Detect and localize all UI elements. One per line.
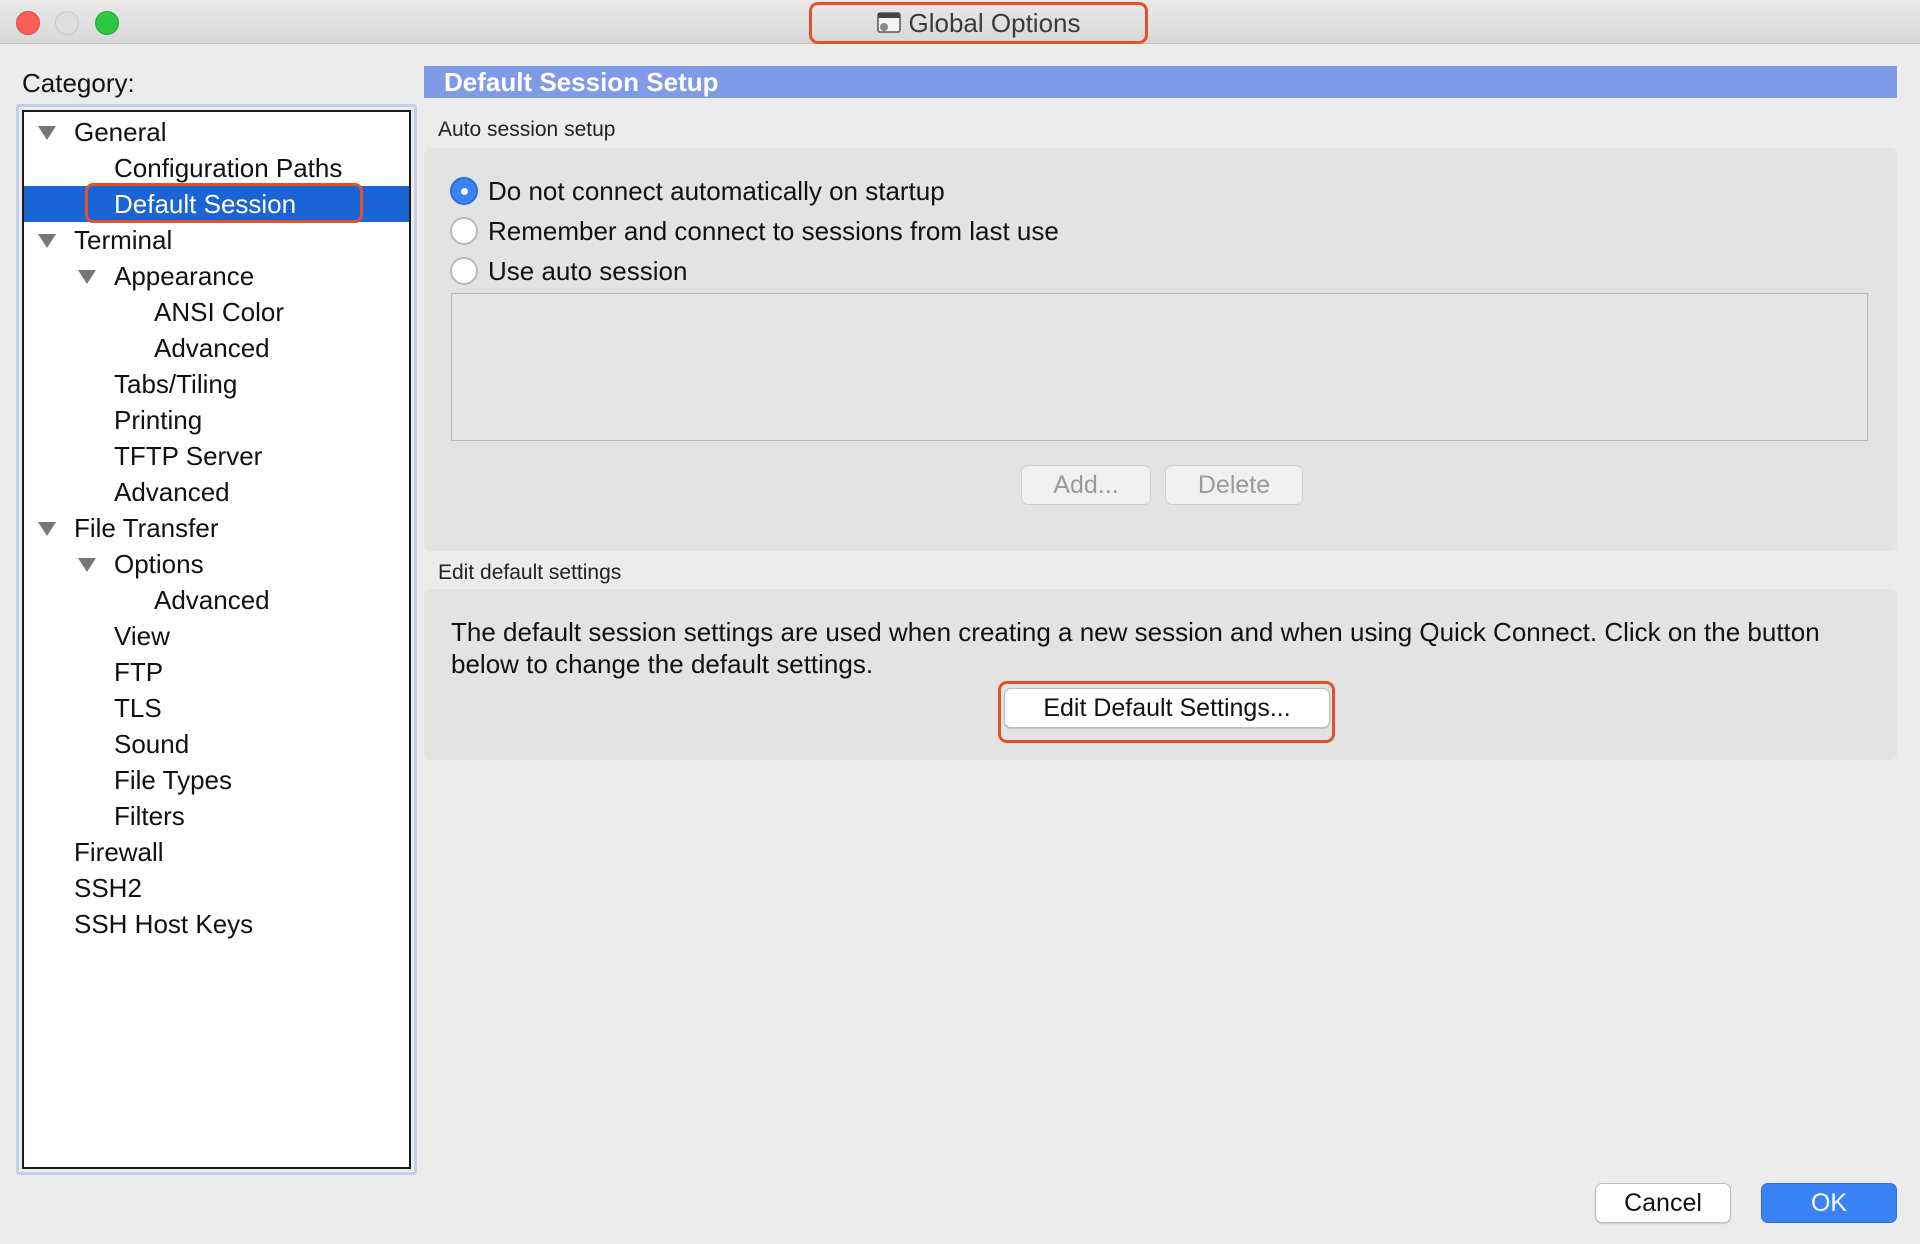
radio-unselected-icon[interactable]: [450, 217, 478, 245]
tree-item-default-session[interactable]: Default Session: [24, 186, 409, 222]
tree-item-label: TFTP Server: [114, 441, 263, 471]
app-window-icon: [876, 12, 901, 34]
tree-item-file-transfer[interactable]: File Transfer: [24, 510, 409, 546]
radio-no-auto-connect[interactable]: Do not connect automatically on startup: [450, 173, 945, 209]
radio-remember-last-sessions[interactable]: Remember and connect to sessions from la…: [450, 213, 1059, 249]
radio-label: Do not connect automatically on startup: [488, 175, 945, 206]
tree-item-label: Tabs/Tiling: [114, 369, 238, 399]
disclosure-triangle-icon[interactable]: [38, 234, 56, 248]
close-window-button[interactable]: [16, 11, 40, 35]
tree-item-label: SSH Host Keys: [74, 909, 254, 939]
tree-item-view[interactable]: View: [24, 618, 409, 654]
tree-item-tls[interactable]: TLS: [24, 690, 409, 726]
auto-session-group-title: Auto session setup: [438, 118, 616, 141]
window-title-highlight: Global Options: [809, 2, 1148, 44]
tree-item-label: Filters: [114, 801, 185, 831]
tree-item-label: Configuration Paths: [114, 153, 343, 183]
tree-item-configuration-paths[interactable]: Configuration Paths: [24, 150, 409, 186]
tree-item-filters[interactable]: Filters: [24, 798, 409, 834]
radio-label: Remember and connect to sessions from la…: [488, 215, 1059, 246]
zoom-window-button[interactable]: [95, 11, 119, 35]
edit-defaults-group: The default session settings are used wh…: [424, 589, 1897, 760]
cancel-button[interactable]: Cancel: [1595, 1183, 1731, 1223]
global-options-window: Global Options Category: General Configur…: [0, 0, 1920, 1244]
tree-item-label: Advanced: [154, 585, 270, 615]
tree-item-ansi-color[interactable]: ANSI Color: [24, 294, 409, 330]
tree-item-ftp[interactable]: FTP: [24, 654, 409, 690]
tree-item-ssh2[interactable]: SSH2: [24, 870, 409, 906]
disclosure-triangle-icon[interactable]: [78, 558, 96, 572]
tree-item-advanced[interactable]: Advanced: [24, 474, 409, 510]
tree-item-sound[interactable]: Sound: [24, 726, 409, 762]
tree-item-label: Default Session: [114, 189, 297, 219]
category-label: Category:: [22, 68, 135, 98]
auto-session-list[interactable]: [451, 293, 1868, 441]
tree-item-label: General: [74, 117, 167, 147]
add-session-button[interactable]: Add...: [1021, 465, 1151, 505]
tree-item-options[interactable]: Options: [24, 546, 409, 582]
tree-item-tabs-tiling[interactable]: Tabs/Tiling: [24, 366, 409, 402]
edit-defaults-description: The default session settings are used wh…: [451, 617, 1820, 679]
tree-item-terminal[interactable]: Terminal: [24, 222, 409, 258]
disclosure-triangle-icon[interactable]: [38, 522, 56, 536]
window-title: Global Options: [908, 7, 1081, 38]
title-bar[interactable]: Global Options: [0, 0, 1920, 44]
radio-use-auto-session[interactable]: Use auto session: [450, 253, 687, 289]
minimize-window-button[interactable]: [55, 11, 79, 35]
disclosure-triangle-icon[interactable]: [38, 126, 56, 140]
tree-item-firewall[interactable]: Firewall: [24, 834, 409, 870]
tree-item-tftp-server[interactable]: TFTP Server: [24, 438, 409, 474]
tree-item-label: Appearance: [114, 261, 255, 291]
tree-item-label: View: [114, 621, 170, 651]
ok-button[interactable]: OK: [1761, 1183, 1897, 1223]
tree-item-label: Advanced: [114, 477, 230, 507]
radio-label: Use auto session: [488, 255, 688, 286]
tree-item-label: File Transfer: [74, 513, 219, 543]
tree-item-appearance[interactable]: Appearance: [24, 258, 409, 294]
tree-item-label: Printing: [114, 405, 203, 435]
edit-default-settings-button[interactable]: Edit Default Settings...: [1004, 688, 1330, 728]
tree-item-label: SSH2: [74, 873, 142, 903]
tree-item-label: Options: [114, 549, 204, 579]
tree-item-label: Advanced: [154, 333, 270, 363]
tree-item-label: TLS: [114, 693, 162, 723]
tree-item-label: FTP: [114, 657, 164, 687]
edit-defaults-group-title: Edit default settings: [438, 561, 622, 584]
tree-item-label: Terminal: [74, 225, 173, 255]
tree-item-label: Sound: [114, 729, 190, 759]
category-tree[interactable]: General Configuration Paths Default Sessio…: [22, 110, 411, 1169]
tree-item-ssh-host-keys[interactable]: SSH Host Keys: [24, 906, 409, 942]
disclosure-triangle-icon[interactable]: [78, 270, 96, 284]
tree-item-printing[interactable]: Printing: [24, 402, 409, 438]
tree-item-label: Firewall: [74, 837, 164, 867]
tree-item-label: File Types: [114, 765, 233, 795]
tree-item-advanced[interactable]: Advanced: [24, 330, 409, 366]
tree-item-advanced[interactable]: Advanced: [24, 582, 409, 618]
tree-item-general[interactable]: General: [24, 114, 409, 150]
auto-session-group: Do not connect automatically on startup …: [424, 148, 1897, 551]
delete-session-button[interactable]: Delete: [1165, 465, 1303, 505]
radio-selected-icon[interactable]: [450, 177, 478, 205]
radio-unselected-icon[interactable]: [450, 257, 478, 285]
tree-item-label: ANSI Color: [154, 297, 285, 327]
tree-item-file-types[interactable]: File Types: [24, 762, 409, 798]
panel-header: Default Session Setup: [424, 66, 1897, 98]
